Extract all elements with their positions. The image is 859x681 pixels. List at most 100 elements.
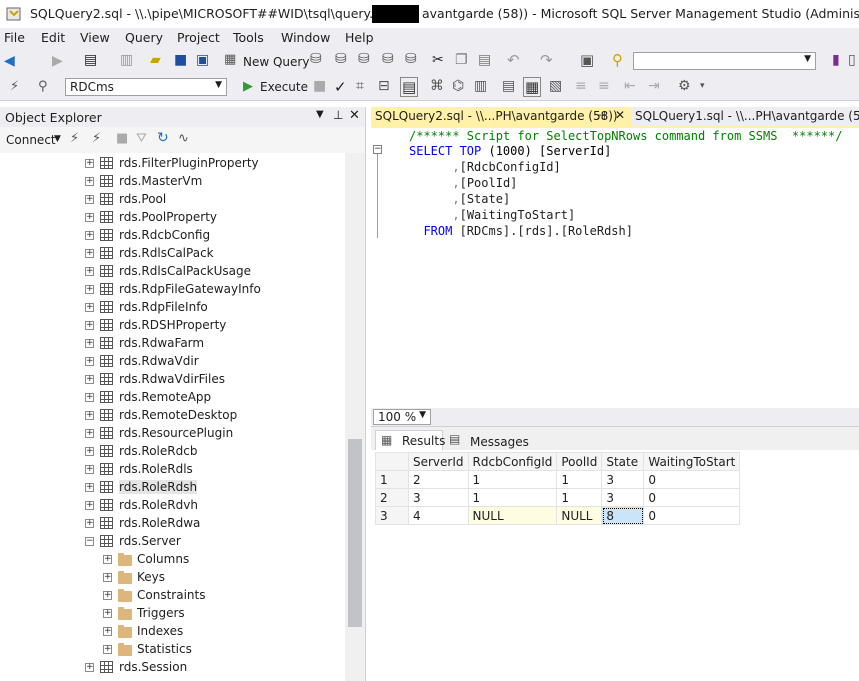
tree-item-table[interactable]: + rds.RdlsCalPack — [0, 244, 345, 262]
tree-item-table[interactable]: + rds.RemoteApp — [0, 388, 345, 406]
expand-icon[interactable]: + — [85, 231, 94, 240]
menu-query[interactable]: Query — [125, 30, 163, 45]
tree-item-table[interactable]: + rds.RoleRdcb — [0, 442, 345, 460]
analysis-dmx-query-icon[interactable]: ⛁ — [358, 51, 370, 67]
database-engine-query-icon[interactable]: ⛁ — [310, 51, 322, 67]
expand-icon[interactable]: + — [85, 465, 94, 474]
expand-icon[interactable]: + — [85, 375, 94, 384]
tree-item-table[interactable]: + rds.RdwaFarm — [0, 334, 345, 352]
grid-cell[interactable]: 2 — [408, 470, 469, 489]
close-icon[interactable]: ✕ — [615, 108, 625, 122]
expand-icon[interactable]: + — [85, 249, 94, 258]
grid-cell[interactable]: 0 — [643, 488, 741, 507]
back-icon[interactable]: ◀ — [4, 53, 15, 69]
menu-window[interactable]: Window — [281, 30, 330, 45]
tree-item-table[interactable]: + rds.RoleRdvh — [0, 496, 345, 514]
tree-item-table[interactable]: + rds.RoleRdls — [0, 460, 345, 478]
expand-icon[interactable]: + — [85, 501, 94, 510]
analysis-dax-query-icon[interactable]: ⛁ — [405, 51, 417, 67]
grid-cell[interactable]: 1 — [556, 470, 603, 489]
row-number[interactable]: 3 — [375, 506, 409, 525]
column-header[interactable]: PoolId — [556, 452, 603, 471]
chevron-down-icon[interactable]: ▼ — [54, 134, 61, 144]
new-project-icon[interactable]: ▤ — [84, 52, 97, 68]
expand-icon[interactable]: + — [85, 483, 94, 492]
tree-item-table[interactable]: + rds.RdpFileInfo — [0, 298, 345, 316]
expand-icon[interactable]: + — [103, 555, 112, 564]
tree-item-table[interactable]: + rds.PoolProperty — [0, 208, 345, 226]
pin-icon[interactable]: ⊥ — [333, 108, 343, 122]
filter-icon[interactable]: ⛛ — [136, 131, 147, 146]
tab-results[interactable]: ▦ Results — [375, 430, 445, 451]
display-plan-icon[interactable]: ⌗ — [356, 78, 364, 94]
grid-cell[interactable]: 1 — [467, 470, 558, 489]
grid-cell[interactable]: 1 — [556, 488, 603, 507]
solution-explorer-icon[interactable]: ▣ — [580, 51, 594, 69]
tree-item-table[interactable]: + rds.RdwaVdir — [0, 352, 345, 370]
find-combo[interactable]: ▼ — [633, 52, 816, 70]
collapse-icon[interactable]: − — [85, 537, 94, 546]
grid-cell[interactable]: 0 — [643, 470, 741, 489]
expand-icon[interactable]: + — [85, 177, 94, 186]
toolbar-overflow-icon[interactable]: ▾ — [700, 81, 705, 91]
expand-icon[interactable]: + — [85, 663, 94, 672]
query-designer-icon[interactable]: ⊟ — [378, 78, 390, 94]
stop-icon[interactable]: ■ — [116, 131, 128, 146]
tab-messages[interactable]: ▤ Messages — [445, 430, 529, 450]
copy-icon[interactable]: ❐ — [455, 52, 468, 68]
results-to-text-icon[interactable]: ▤ — [502, 78, 515, 94]
specify-values-icon[interactable]: ⚙ — [678, 78, 691, 94]
tree-scrollbar-thumb[interactable] — [348, 439, 362, 627]
cut-icon[interactable]: ✂ — [432, 52, 444, 68]
tab-sqlquery1[interactable]: SQLQuery1.sql - \\...PH\avantgarde (52)) — [633, 107, 859, 126]
expand-icon[interactable]: + — [85, 321, 94, 330]
tree-item-folder[interactable]: + Columns — [0, 550, 345, 568]
expand-icon[interactable]: + — [103, 627, 112, 636]
grid-cell[interactable]: 0 — [643, 506, 741, 525]
grid-cell[interactable]: 3 — [601, 488, 645, 507]
column-header[interactable]: ServerId — [408, 452, 469, 471]
results-to-file-icon[interactable]: ▧ — [549, 78, 562, 94]
grid-cell[interactable]: 8 — [601, 506, 645, 525]
cancel-query-icon[interactable]: ■ — [313, 78, 326, 94]
connection-icon[interactable]: ⚲ — [38, 79, 48, 94]
menu-edit[interactable]: Edit — [41, 30, 65, 45]
new-query-icon[interactable]: ▦ — [224, 52, 236, 67]
save-icon[interactable]: ■ — [174, 52, 187, 68]
grid-corner[interactable] — [375, 452, 409, 471]
column-header[interactable]: State — [601, 452, 645, 471]
tree-item-folder[interactable]: + Statistics — [0, 640, 345, 658]
increase-indent-icon[interactable]: ⇥ — [648, 78, 660, 94]
database-select[interactable]: RDCms ▼ — [65, 78, 227, 96]
expand-icon[interactable]: + — [85, 393, 94, 402]
connect-button[interactable]: Connect — [6, 133, 56, 147]
menu-file[interactable]: File — [4, 30, 25, 45]
redo-icon[interactable]: ↷ — [540, 51, 553, 69]
tree-item-folder[interactable]: + Indexes — [0, 622, 345, 640]
menu-view[interactable]: View — [80, 30, 110, 45]
expand-icon[interactable]: + — [85, 357, 94, 366]
tree-item-folder[interactable]: + Constraints — [0, 586, 345, 604]
expand-icon[interactable]: + — [85, 213, 94, 222]
tree-item-table[interactable]: + rds.Pool — [0, 190, 345, 208]
expand-icon[interactable]: + — [85, 285, 94, 294]
tree-item-table[interactable]: + rds.MasterVm — [0, 172, 345, 190]
expand-icon[interactable]: + — [85, 159, 94, 168]
decrease-indent-icon[interactable]: ⇤ — [624, 78, 636, 94]
tree-item-table[interactable]: + rds.RdpFileGatewayInfo — [0, 280, 345, 298]
forward-icon[interactable]: ▶ — [52, 53, 63, 69]
tree-item-table[interactable]: + rds.FilterPluginProperty — [0, 154, 345, 172]
new-query-button[interactable]: New Query — [243, 55, 309, 69]
expand-icon[interactable]: + — [85, 195, 94, 204]
expand-icon[interactable]: + — [85, 411, 94, 420]
execute-icon[interactable]: ▶ — [243, 79, 253, 94]
parse-icon[interactable]: ✓ — [334, 78, 347, 96]
grid-cell[interactable]: 4 — [408, 506, 469, 525]
grid-cell[interactable]: 3 — [408, 488, 469, 507]
expand-icon[interactable]: + — [85, 447, 94, 456]
plug-icon[interactable]: ⚡ — [10, 79, 19, 94]
toolbox-icon[interactable]: ▯ — [848, 52, 856, 68]
close-icon[interactable]: ✕ — [349, 108, 360, 123]
properties-icon[interactable]: ▮ — [832, 52, 840, 68]
grid-cell[interactable]: 3 — [601, 470, 645, 489]
